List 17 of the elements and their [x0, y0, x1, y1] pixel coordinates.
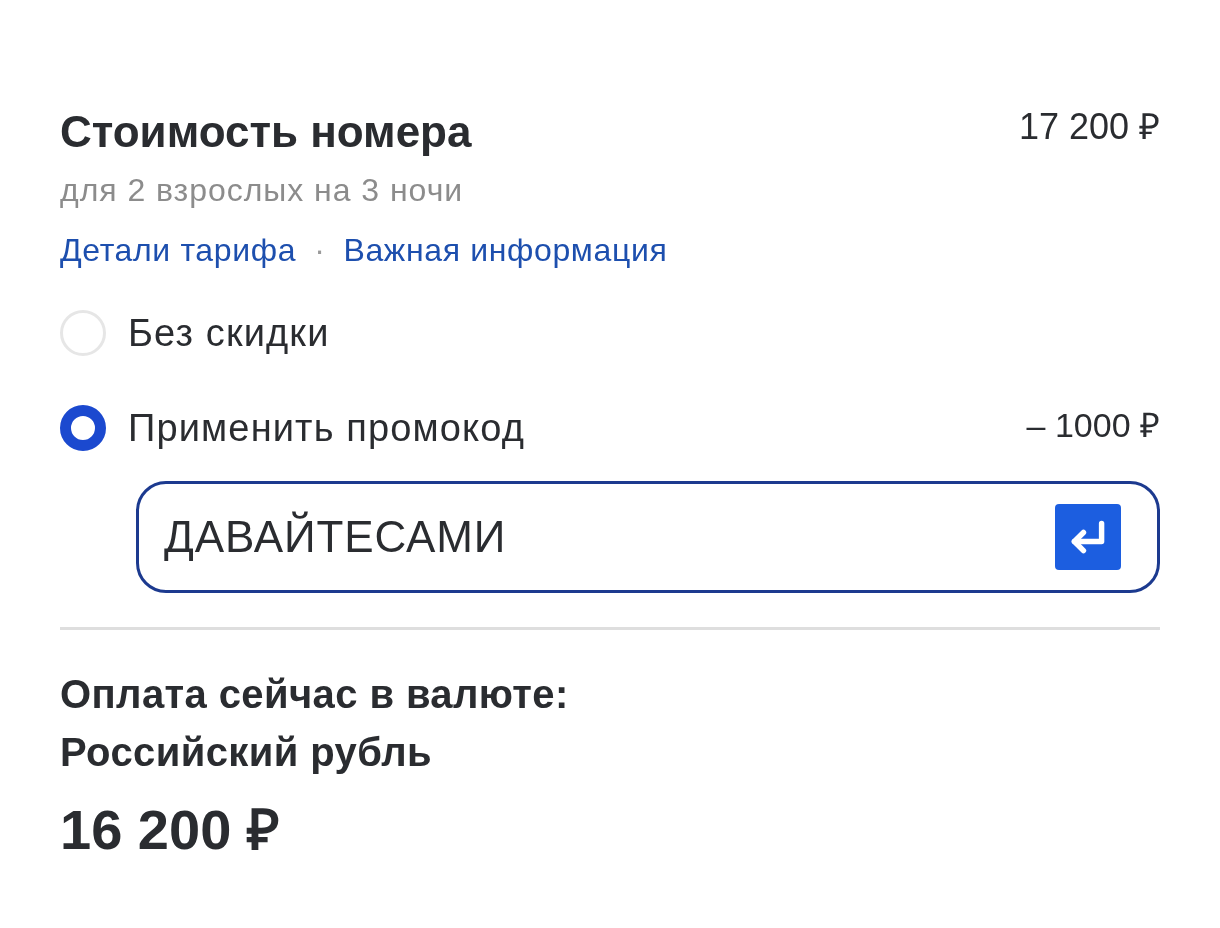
- enter-icon: [1071, 520, 1105, 554]
- apply-button[interactable]: [1055, 504, 1121, 570]
- discount-amount: – 1000 ₽: [1026, 405, 1160, 445]
- link-separator: ·: [314, 231, 326, 270]
- guests-nights-text: для 2 взрослых на 3 ночи: [60, 171, 465, 210]
- info-link[interactable]: Детали тарифа: [60, 230, 297, 270]
- radio-button[interactable]: [60, 405, 106, 451]
- info-link[interactable]: Важная информация: [343, 230, 668, 270]
- payment-currency: Российский рубль: [60, 729, 434, 776]
- section-title: Стоимость номера: [60, 106, 472, 158]
- room-price: 17 200 ₽: [1018, 107, 1160, 147]
- radio-label[interactable]: Без скидки: [128, 310, 1160, 356]
- radio-label[interactable]: Применить промокод: [128, 405, 1005, 451]
- payment-label: Оплата сейчас в валюте:: [60, 671, 570, 718]
- total-price: 16 200 ₽: [60, 798, 281, 862]
- promo-code-value: ДАВАЙТЕСАМИ: [164, 512, 507, 562]
- promo-code-field[interactable]: ДАВАЙТЕСАМИ: [136, 481, 1160, 593]
